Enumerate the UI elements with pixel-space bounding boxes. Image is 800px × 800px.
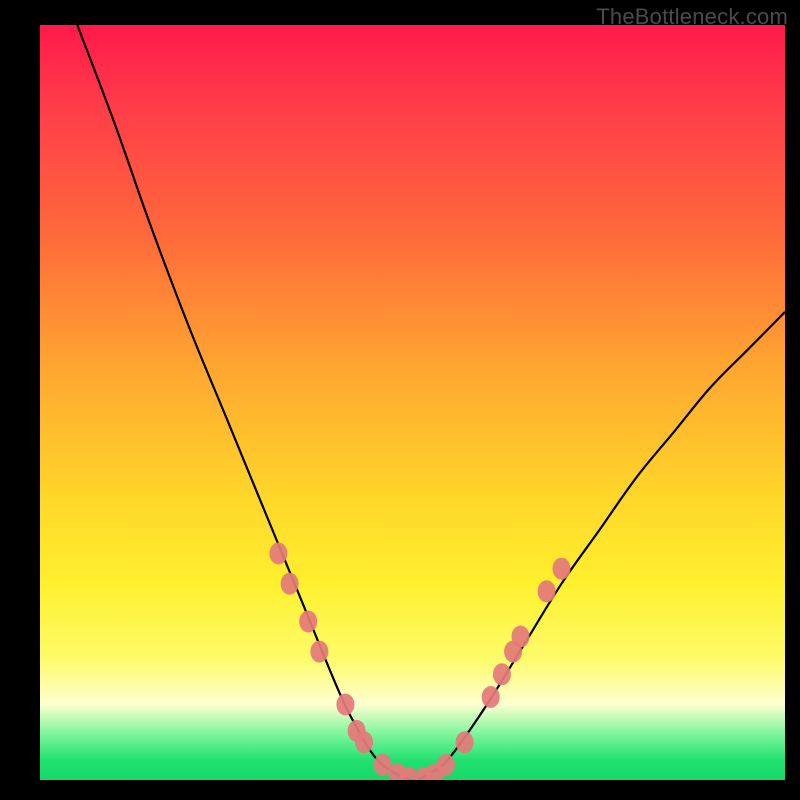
curve-marker — [355, 731, 373, 753]
curve-marker — [426, 763, 444, 780]
curve-marker — [348, 720, 366, 742]
curve-marker — [310, 641, 328, 663]
curve-marker — [512, 626, 530, 648]
curve-marker — [415, 767, 433, 780]
curve-marker — [437, 754, 455, 776]
curve-marker — [456, 731, 474, 753]
curve-marker — [269, 543, 287, 565]
chart-frame: TheBottleneck.com — [0, 0, 800, 800]
curve-marker — [400, 767, 418, 780]
curve-marker — [281, 573, 299, 595]
plot-area — [40, 25, 785, 780]
marker-group — [269, 543, 570, 781]
bottleneck-curve — [77, 25, 785, 780]
curve-marker — [299, 611, 317, 633]
curve-marker — [389, 763, 407, 780]
curve-marker — [482, 686, 500, 708]
curve-marker — [553, 558, 571, 580]
curve-marker — [336, 694, 354, 716]
curve-marker — [504, 641, 522, 663]
curve-marker — [493, 663, 511, 685]
curve-svg — [40, 25, 785, 780]
curve-marker — [374, 754, 392, 776]
curve-marker — [538, 580, 556, 602]
